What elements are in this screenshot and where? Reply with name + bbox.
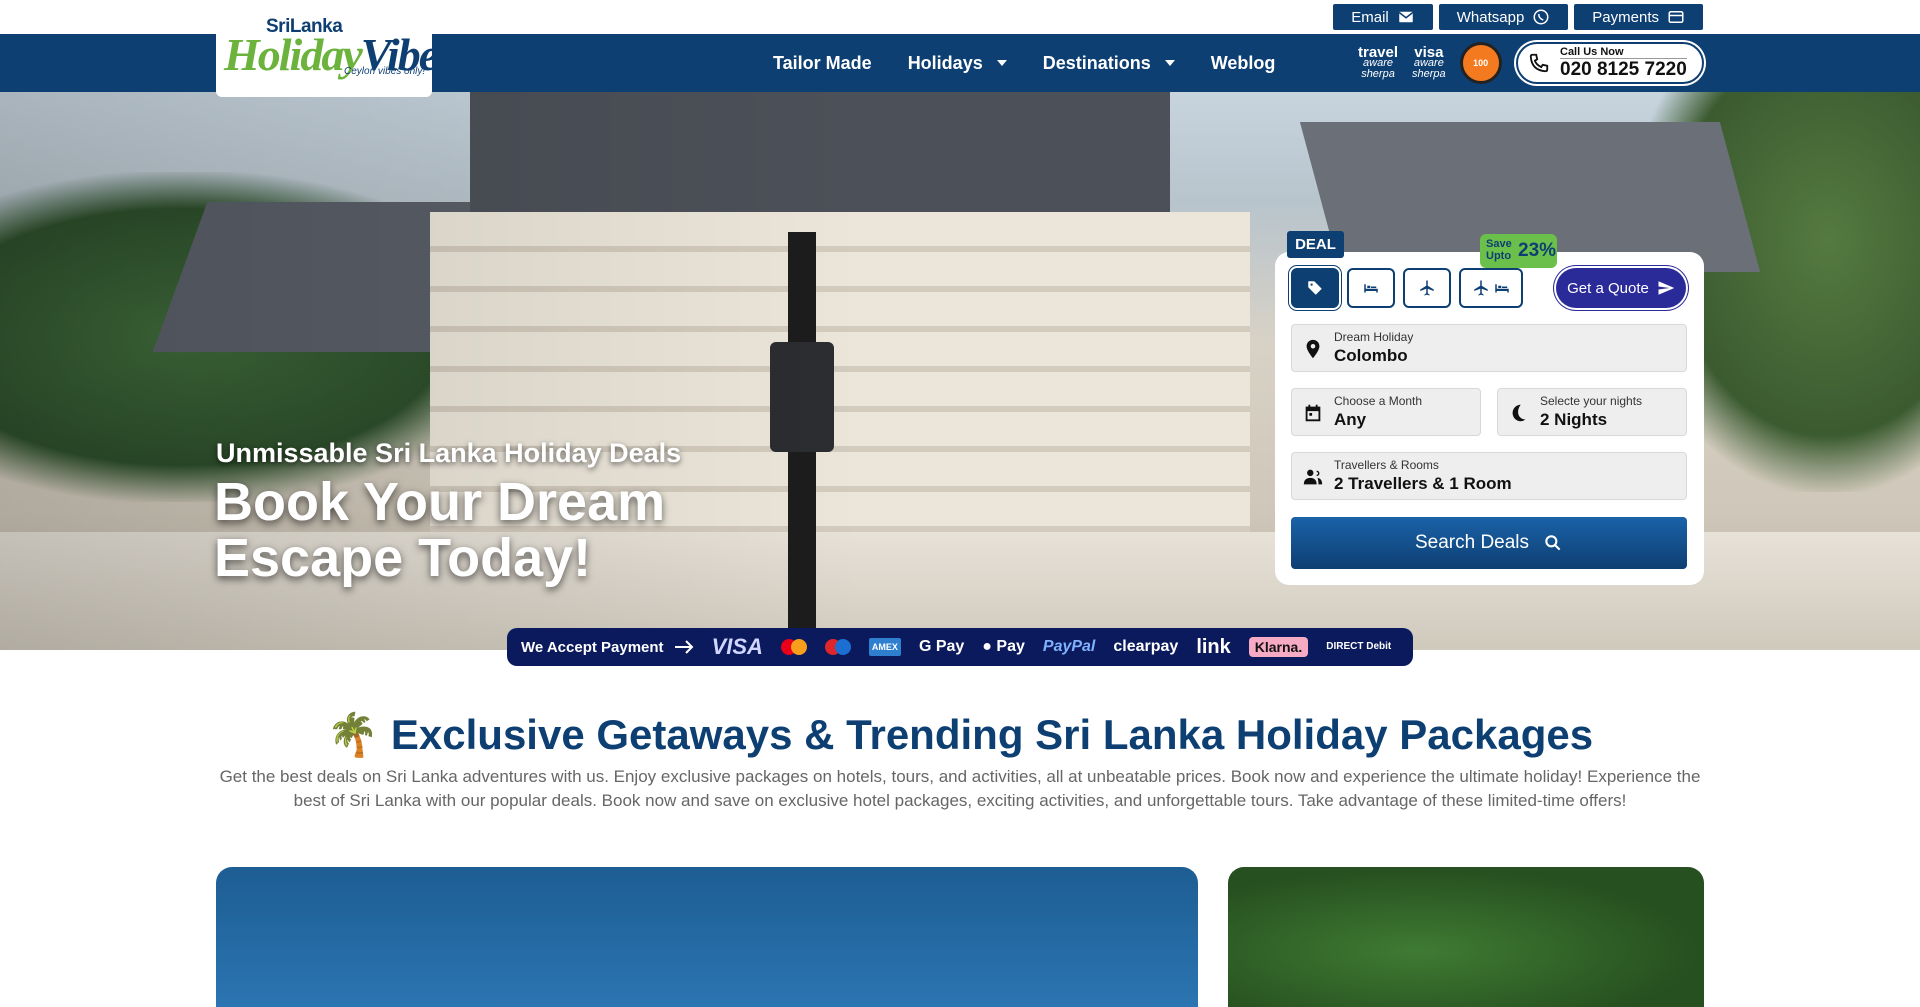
moon-icon xyxy=(1512,404,1526,422)
travellers-field[interactable]: Travellers & Rooms 2 Travellers & 1 Room xyxy=(1291,452,1687,500)
visa-aware-badge[interactable]: visa aware sherpa xyxy=(1412,43,1446,80)
nav-holidays[interactable]: Holidays xyxy=(908,53,1007,74)
tab-flights[interactable] xyxy=(1403,268,1451,308)
email-label: Email xyxy=(1351,8,1389,26)
visa-aware-top: visa xyxy=(1414,43,1444,61)
clearpay-logo: clearpay xyxy=(1113,638,1179,655)
award-badge[interactable]: 100 xyxy=(1459,42,1502,84)
whatsapp-label: Whatsapp xyxy=(1456,8,1525,26)
tab-hotels[interactable] xyxy=(1347,268,1395,308)
visa-aware-bottom: sherpa xyxy=(1412,67,1446,80)
payment-label: We Accept Payment xyxy=(521,639,694,656)
travel-aware-bottom: sherpa xyxy=(1361,67,1395,80)
hero-subtitle: Unmissable Sri Lanka Holiday Deals xyxy=(216,438,682,468)
hero-title: Book Your Dream Escape Today! xyxy=(214,472,666,588)
site-logo[interactable]: SriLanka HolidayVibes Ceylon vibes only! xyxy=(216,4,455,97)
month-label: Choose a Month xyxy=(1334,394,1423,408)
nights-value: 2 Nights xyxy=(1540,410,1608,429)
destination-value: Colombo xyxy=(1334,346,1408,365)
trust-badges: travel aware sherpa visa aware sherpa 10… xyxy=(1358,42,1502,84)
call-number: 020 8125 7220 xyxy=(1560,57,1687,80)
bed-icon xyxy=(1364,284,1378,293)
get-quote-button[interactable]: Get a Quote xyxy=(1556,268,1686,308)
direct-debit-logo: DIRECT Debit xyxy=(1326,641,1392,652)
send-icon xyxy=(1658,281,1675,295)
nights-label: Selecte your nights xyxy=(1540,394,1643,408)
paypal-logo: PayPal xyxy=(1042,638,1096,655)
google-pay-logo: G Pay xyxy=(918,638,965,655)
packages-description: Get the best deals on Sri Lanka adventur… xyxy=(219,767,1701,810)
card-icon xyxy=(1668,11,1684,23)
save-label: Save Upto xyxy=(1486,238,1512,262)
caret-down-icon xyxy=(996,60,1007,66)
nav-destinations-label: Destinations xyxy=(1042,52,1151,73)
logo-holiday: Holiday xyxy=(224,29,363,80)
save-badge: Save Upto 23% xyxy=(1480,234,1557,268)
deal-tag: DEAL xyxy=(1287,231,1344,258)
call-label: Call Us Now xyxy=(1560,45,1624,58)
apple-pay-text: Pay xyxy=(996,638,1025,655)
payments-link[interactable]: Payments xyxy=(1574,4,1703,30)
save-value: 23% xyxy=(1518,240,1557,261)
nav-tailor-made[interactable]: Tailor Made xyxy=(773,53,872,74)
whatsapp-icon xyxy=(1533,9,1549,25)
get-quote-label: Get a Quote xyxy=(1567,279,1649,297)
logo-tagline: Ceylon vibes only! xyxy=(344,66,426,77)
caret-down-icon xyxy=(1164,60,1175,66)
search-deals-label: Search Deals xyxy=(1414,532,1530,553)
email-link[interactable]: Email xyxy=(1333,4,1433,30)
month-field[interactable]: Choose a Month Any xyxy=(1291,388,1481,436)
travel-aware-badge[interactable]: travel aware sherpa xyxy=(1358,43,1399,80)
apple-icon: ● xyxy=(982,638,992,655)
travel-aware-mid: aware xyxy=(1363,56,1393,69)
call-text: Call Us Now 020 8125 7220 xyxy=(1560,46,1687,81)
nav-weblog-label: Weblog xyxy=(1210,52,1276,73)
calendar-icon xyxy=(1305,404,1321,422)
visa-aware-mid: aware xyxy=(1413,56,1444,69)
package-card-featured[interactable] xyxy=(216,867,1198,1007)
users-icon xyxy=(1303,469,1323,485)
bed-icon xyxy=(1494,284,1509,293)
tab-flight-hotel[interactable] xyxy=(1459,268,1523,308)
award-badge-text: 100 xyxy=(1473,58,1489,68)
nav-tailor-made-label: Tailor Made xyxy=(773,52,872,73)
tab-deals[interactable] xyxy=(1291,268,1339,308)
top-links: Email Whatsapp Payments xyxy=(1333,4,1703,30)
phone-icon xyxy=(1529,53,1549,73)
search-icon xyxy=(1545,535,1561,551)
search-type-tabs xyxy=(1291,268,1523,308)
klarna-logo: Klarna. xyxy=(1248,637,1309,657)
call-us-button[interactable]: Call Us Now 020 8125 7220 xyxy=(1516,42,1704,84)
packages-heading: 🌴 Exclusive Getaways & Trending Sri Lank… xyxy=(326,711,1594,758)
plane-icon xyxy=(1420,280,1434,296)
plane-icon xyxy=(1473,280,1488,296)
nav-destinations[interactable]: Destinations xyxy=(1043,53,1175,74)
nav-weblog[interactable]: Weblog xyxy=(1211,53,1276,74)
maestro-logo xyxy=(824,639,851,655)
package-card-secondary[interactable] xyxy=(1228,867,1704,1007)
arrow-right-icon xyxy=(674,640,693,654)
payments-label: Payments xyxy=(1592,8,1659,26)
travellers-label: Travellers & Rooms xyxy=(1334,458,1439,472)
search-deals-button[interactable]: Search Deals xyxy=(1291,517,1687,569)
nav-holidays-label: Holidays xyxy=(907,52,983,73)
destination-field[interactable]: Dream Holiday Colombo xyxy=(1291,324,1687,372)
mail-icon xyxy=(1398,11,1413,23)
destination-label: Dream Holiday xyxy=(1334,330,1414,344)
link-logo: link xyxy=(1196,635,1231,658)
travellers-value: 2 Travellers & 1 Room xyxy=(1334,474,1512,493)
nights-field[interactable]: Selecte your nights 2 Nights xyxy=(1497,388,1687,436)
month-value: Any xyxy=(1334,410,1367,429)
mastercard-logo xyxy=(780,639,807,655)
travel-aware-top: travel xyxy=(1358,43,1399,61)
payment-label-text: We Accept Payment xyxy=(521,638,664,656)
apple-pay-logo: ● Pay xyxy=(982,638,1025,656)
payment-methods-bar: We Accept Payment VISA AMEX G Pay ● Pay … xyxy=(507,628,1413,666)
amex-logo: AMEX xyxy=(868,638,901,656)
nav-menu: Tailor Made Holidays Destinations Weblog xyxy=(773,34,1311,92)
visa-logo: VISA xyxy=(711,634,763,659)
location-pin-icon xyxy=(1306,339,1320,359)
whatsapp-link[interactable]: Whatsapp xyxy=(1438,4,1569,30)
price-tag-icon xyxy=(1308,281,1322,295)
